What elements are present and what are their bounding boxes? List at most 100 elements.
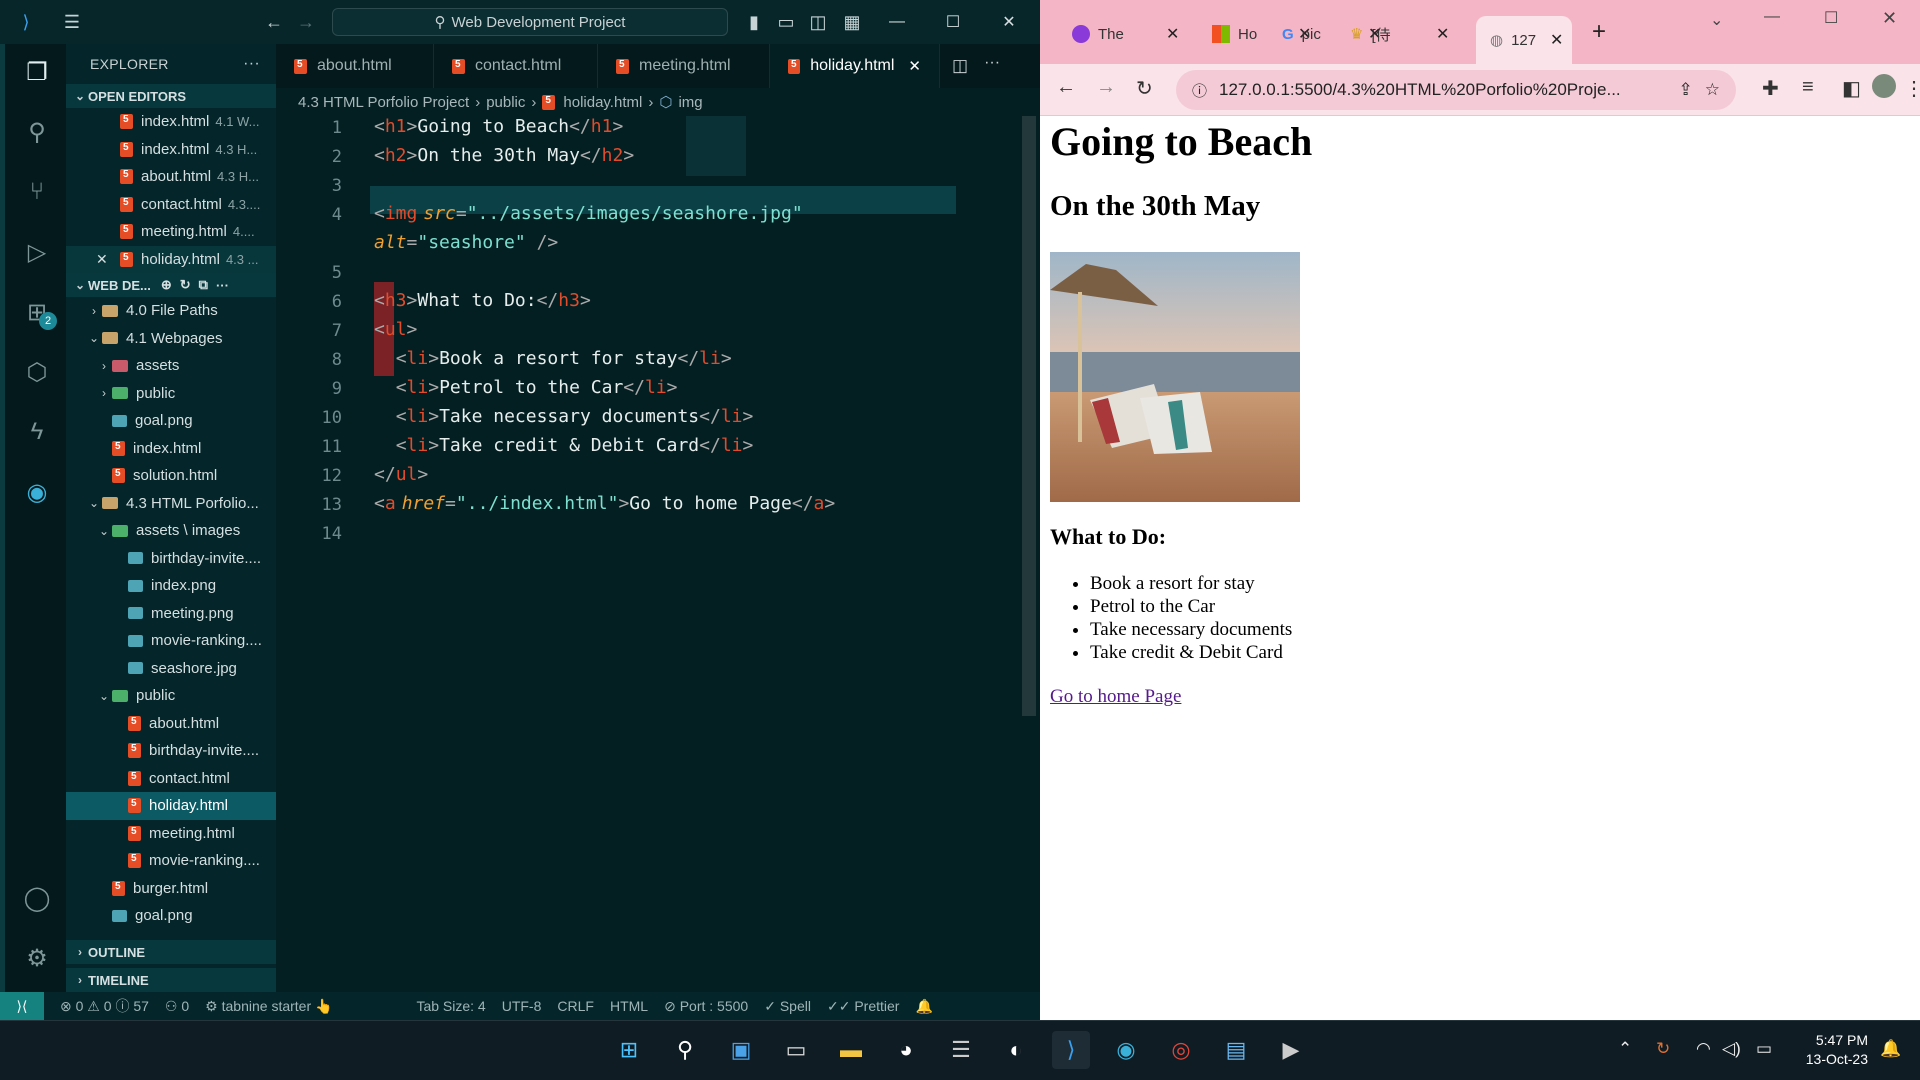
volume-icon[interactable]: ◁) <box>1722 1039 1741 1059</box>
reload-icon[interactable]: ↻ <box>1136 76 1153 101</box>
new-file-icon[interactable]: ⊕ <box>161 277 172 293</box>
customize-layout-icon[interactable]: ▦ <box>834 12 870 33</box>
notifications-bell-icon[interactable]: 🔔 <box>915 998 932 1015</box>
tree-folder[interactable]: ⌄ 4.1 Webpages <box>66 325 276 353</box>
tree-file[interactable]: movie-ranking.... <box>66 627 276 655</box>
tab-contact[interactable]: contact.html <box>434 44 598 88</box>
wifi-icon[interactable]: ◠ <box>1696 1039 1711 1059</box>
share-icon[interactable]: ⇪ <box>1679 80 1693 100</box>
terminal-icon[interactable]: ▭ <box>777 1031 815 1069</box>
tree-folder[interactable]: ⌄ public <box>66 682 276 710</box>
tree-file[interactable]: goal.png <box>66 902 276 930</box>
tree-file[interactable]: birthday-invite.... <box>66 737 276 765</box>
chevron-up-icon[interactable]: ⌃ <box>1618 1039 1632 1059</box>
tree-folder[interactable]: ⌄ assets \ images <box>66 517 276 545</box>
close-tab-icon[interactable]: ✕ <box>1436 24 1449 44</box>
notepad-icon[interactable]: ▤ <box>1217 1031 1255 1069</box>
tree-folder[interactable]: › 4.0 File Paths <box>66 297 276 325</box>
new-tab-icon[interactable]: + <box>1592 18 1606 46</box>
tree-folder[interactable]: › public <box>66 380 276 408</box>
maximize-button[interactable]: ☐ <box>924 0 982 44</box>
toggle-sidebar-icon[interactable]: ▮ <box>736 12 772 33</box>
browser-close-button[interactable]: ✕ <box>1882 8 1897 29</box>
chrome-taskbar-icon[interactable]: ◎ <box>1162 1031 1200 1069</box>
avatar[interactable] <box>1872 74 1896 98</box>
tabnine-status[interactable]: ⚙ tabnine starter 👆 <box>205 998 332 1015</box>
more-actions-icon[interactable]: ··· <box>216 278 229 293</box>
forward-arrow-icon[interactable]: → <box>1096 76 1116 99</box>
mongodb-icon[interactable]: ◐ <box>997 1031 1035 1069</box>
side-panel-icon[interactable]: ◧ <box>1842 76 1861 101</box>
extensions-puzzle-icon[interactable]: ✚ <box>1762 76 1779 101</box>
close-tab-icon[interactable]: ✕ <box>908 57 921 75</box>
source-control-icon[interactable]: ⑂ <box>17 172 57 212</box>
database-icon[interactable]: ☰ <box>942 1031 980 1069</box>
tab-search-icon[interactable]: ⌄ <box>1710 10 1723 30</box>
tab-holiday[interactable]: holiday.html ✕ <box>770 44 940 88</box>
open-editors-section[interactable]: ⌄ OPEN EDITORS <box>66 84 276 108</box>
tree-file[interactable]: birthday-invite.... <box>66 545 276 573</box>
tree-file[interactable]: index.html <box>66 435 276 463</box>
search-icon[interactable]: ⚲ <box>666 1031 704 1069</box>
media-queue-icon[interactable]: ≡ <box>1802 76 1814 99</box>
home-page-link[interactable]: Go to home Page <box>1050 686 1181 708</box>
browser-tab[interactable]: ♛ [侍 ✕ <box>1336 16 1466 52</box>
tree-file[interactable]: meeting.png <box>66 600 276 628</box>
timeline-section[interactable]: › TIMELINE <box>66 968 276 992</box>
site-info-icon[interactable]: ⓘ <box>1192 80 1207 101</box>
open-editor-item[interactable]: meeting.html 4.... <box>66 218 276 246</box>
code-editor[interactable]: 1 <h1>Going to Beach</h1> 2 <h2>On the 30th… <box>276 116 1040 992</box>
tree-file[interactable]: meeting.html <box>66 820 276 848</box>
open-editor-item[interactable]: index.html 4.3 H... <box>66 136 276 164</box>
eol-status[interactable]: CRLF <box>557 998 594 1014</box>
split-editor-icon[interactable]: ◫ <box>952 56 968 88</box>
problems-status[interactable]: ⊗ 0 ⚠ 0 ⓘ 57 <box>60 996 149 1016</box>
toggle-secondary-sidebar-icon[interactable]: ◫ <box>800 12 836 33</box>
tree-folder[interactable]: ⌄ 4.3 HTML Porfolio... <box>66 490 276 518</box>
outline-section[interactable]: › OUTLINE <box>66 940 276 964</box>
toggle-panel-icon[interactable]: ▭ <box>768 12 804 33</box>
vscode-taskbar-icon[interactable]: ⟩ <box>1052 1031 1090 1069</box>
explorer-icon[interactable]: ❐ <box>17 52 57 92</box>
browser-tab-active[interactable]: ◍ 127 ✕ <box>1476 16 1572 64</box>
close-editor-icon[interactable]: ✕ <box>96 251 120 268</box>
editor-scrollbar[interactable] <box>1022 116 1036 716</box>
ports-status[interactable]: ⚇ 0 <box>165 998 189 1015</box>
tree-folder[interactable]: › assets <box>66 352 276 380</box>
menu-icon[interactable]: ☰ <box>54 12 90 33</box>
tree-file[interactable]: solution.html <box>66 462 276 490</box>
open-editor-item[interactable]: about.html 4.3 H... <box>66 163 276 191</box>
github-icon[interactable]: ◕ <box>887 1031 925 1069</box>
prettier-status[interactable]: ✓✓ Prettier <box>827 998 899 1015</box>
tree-file[interactable]: seashore.jpg <box>66 655 276 683</box>
breadcrumb-item[interactable]: img <box>678 94 702 111</box>
breadcrumb-item[interactable]: public <box>486 94 525 111</box>
close-tab-icon[interactable]: ✕ <box>1550 30 1563 50</box>
breadcrumb-item[interactable]: holiday.html <box>563 94 642 111</box>
forward-arrow-icon[interactable]: → <box>288 12 324 33</box>
tree-file[interactable]: contact.html <box>66 765 276 793</box>
bookmark-star-icon[interactable]: ☆ <box>1705 80 1720 100</box>
clock[interactable]: 5:47 PM 13-Oct-23 <box>1796 1031 1868 1069</box>
workspace-section[interactable]: ⌄ WEB DE... ⊕ ↻ ⧉ ··· <box>66 273 276 297</box>
cmd-icon[interactable]: ▶ <box>1272 1031 1310 1069</box>
tab-size-status[interactable]: Tab Size: 4 <box>416 998 485 1014</box>
chrome-menu-icon[interactable]: ⋮ <box>1904 76 1920 101</box>
open-editor-item[interactable]: contact.html 4.3.... <box>66 191 276 219</box>
refresh-icon[interactable]: ↻ <box>180 277 191 293</box>
tab-about[interactable]: about.html <box>276 44 434 88</box>
tree-file[interactable]: burger.html <box>66 875 276 903</box>
edge-taskbar-icon[interactable]: ◉ <box>1107 1031 1145 1069</box>
tab-meeting[interactable]: meeting.html <box>598 44 770 88</box>
spell-status[interactable]: ✓ Spell <box>764 998 811 1015</box>
account-icon[interactable]: ◯ <box>17 878 57 918</box>
settings-gear-icon[interactable]: ⚙ <box>17 938 57 978</box>
file-explorer-icon[interactable]: ▬ <box>832 1031 870 1069</box>
run-debug-icon[interactable]: ▷ <box>17 232 57 272</box>
notification-bell-icon[interactable]: 🔔 <box>1880 1039 1901 1059</box>
search-icon[interactable]: ⚲ <box>17 112 57 152</box>
browser-tab[interactable]: The ✕ <box>1058 16 1188 52</box>
tree-file-selected[interactable]: holiday.html <box>66 792 276 820</box>
testing-icon[interactable]: ⬡ <box>17 352 57 392</box>
collapse-all-icon[interactable]: ⧉ <box>199 277 208 293</box>
